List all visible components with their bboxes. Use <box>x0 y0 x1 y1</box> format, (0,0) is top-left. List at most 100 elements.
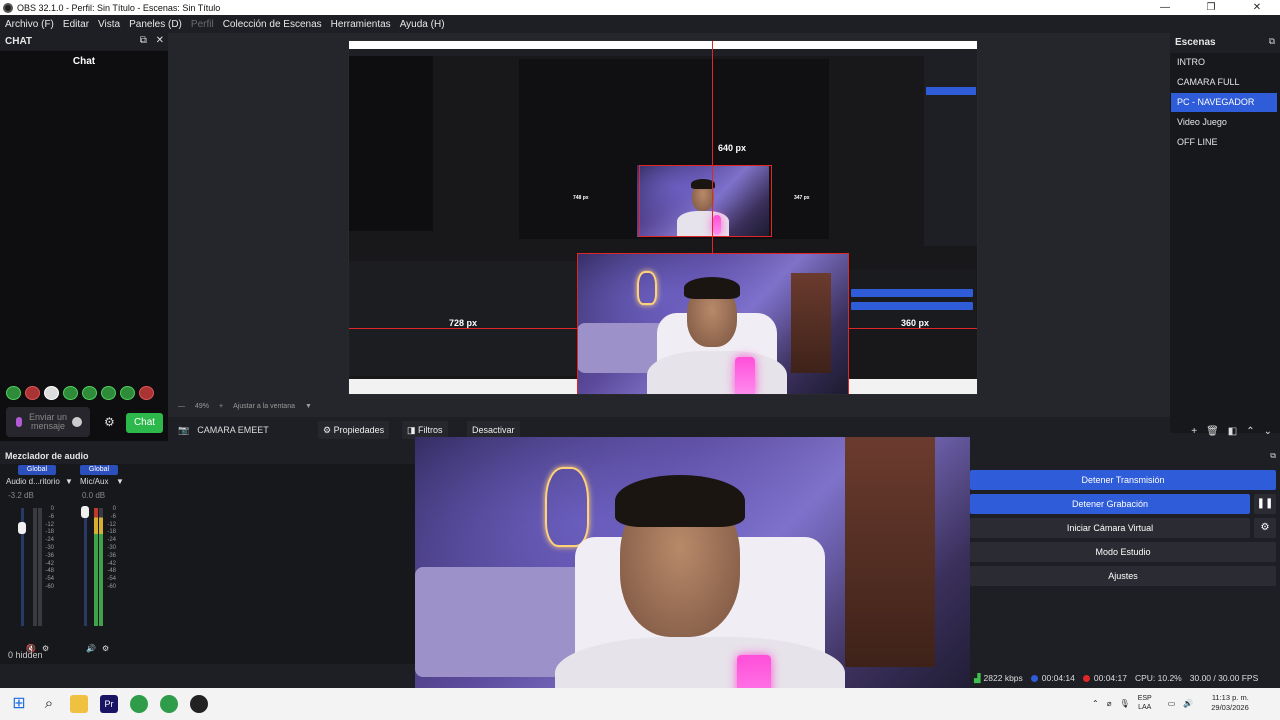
nested-guide-label: 748 px <box>573 195 589 201</box>
scene-toolbar: + 🗑 ◧ ⌃ ⌄ <box>1170 426 1280 442</box>
fit-dropdown-icon[interactable]: ▼ <box>305 403 312 410</box>
emote-icon[interactable] <box>63 386 78 400</box>
chat-send-button[interactable]: Chat <box>126 413 163 433</box>
input-language[interactable]: ESP LAA <box>1138 694 1160 712</box>
emoji-icon[interactable] <box>72 417 82 427</box>
nested-scene-item-active <box>926 87 976 95</box>
properties-button[interactable]: ⚙ Propiedades <box>318 421 390 439</box>
chrome-icon[interactable] <box>130 695 148 713</box>
virtual-camera-settings-gear-icon[interactable]: ⚙ <box>1254 518 1276 538</box>
start-virtual-camera-button[interactable]: Iniciar Cámara Virtual <box>970 518 1250 538</box>
guide-label-right: 360 px <box>901 318 930 328</box>
menu-paneles[interactable]: Paneles (D) <box>129 19 182 30</box>
channel-global-badge: Global <box>18 465 56 475</box>
file-explorer-icon[interactable] <box>70 695 88 713</box>
menu-ayuda[interactable]: Ayuda (H) <box>400 19 445 30</box>
zoom-minus-icon[interactable]: — <box>178 403 185 410</box>
clock-time: 11:13 p. m. <box>1211 693 1249 702</box>
channel-dropdown-icon[interactable]: ▼ <box>65 477 73 486</box>
preview-canvas[interactable]: 640 px 728 px 360 px 748 px 347 px <box>348 40 978 395</box>
guide-label-left: 728 px <box>449 318 478 328</box>
scene-item-video-juego[interactable]: Video Juego <box>1171 113 1277 132</box>
audio-meter <box>33 508 37 626</box>
windows-start-icon[interactable]: ⊞ <box>10 695 28 713</box>
settings-button[interactable]: Ajustes <box>970 566 1276 586</box>
add-scene-icon[interactable]: + <box>1191 426 1197 442</box>
nested-menubar <box>349 49 977 56</box>
tray-chevron-icon[interactable]: ⌃ <box>1092 699 1099 708</box>
search-icon[interactable]: ⌕ <box>40 695 58 713</box>
menu-vista[interactable]: Vista <box>98 19 120 30</box>
chat-mic-icon <box>16 417 22 427</box>
menu-perfil[interactable]: Perfil <box>191 19 214 30</box>
emote-icon[interactable] <box>120 386 135 400</box>
move-down-icon[interactable]: ⌄ <box>1264 426 1272 442</box>
system-clock[interactable]: 11:13 p. m. 29/03/2026 <box>1211 693 1257 713</box>
channel-menu-icon[interactable]: ⚙ <box>42 644 49 653</box>
emote-icon[interactable] <box>139 386 154 400</box>
webcam-overlay <box>415 437 970 720</box>
menu-herramientas[interactable]: Herramientas <box>331 19 391 30</box>
system-tray: ⌃ ⌀ 🎙 ESP LAA ▭ 🔊 11:13 p. m. 29/03/2026 <box>1092 693 1265 713</box>
menu-archivo[interactable]: Archivo (F) <box>5 19 54 30</box>
channel-global-badge: Global <box>80 465 118 475</box>
remove-scene-icon[interactable]: 🗑 <box>1206 426 1219 442</box>
premiere-icon[interactable]: Pr <box>100 695 118 713</box>
preview-area: 640 px 728 px 360 px 748 px 347 px — 49%… <box>168 33 1170 417</box>
emote-icon[interactable] <box>25 386 40 400</box>
zoom-plus-icon[interactable]: + <box>219 403 223 410</box>
speaker-icon[interactable]: 🔊 <box>86 644 96 653</box>
maximize-button[interactable]: ❐ <box>1188 0 1234 15</box>
microphone-icon[interactable]: 🎙 <box>1120 699 1130 708</box>
channel-dropdown-icon[interactable]: ▼ <box>116 477 124 486</box>
menu-bar: Archivo (F) Editar Vista Paneles (D) Per… <box>0 15 1280 33</box>
channel-name: Audio d...ritorio <box>6 477 60 486</box>
undock-icon[interactable]: ⧉ <box>140 35 147 46</box>
obs-taskbar-icon[interactable] <box>190 695 208 713</box>
fit-mode[interactable]: Ajustar a la ventana <box>233 403 295 410</box>
close-dock-icon[interactable]: ✕ <box>156 35 164 46</box>
filters-icon[interactable]: ◧ <box>1228 426 1237 442</box>
stop-recording-button[interactable]: Detener Grabación <box>970 494 1250 514</box>
nested-scenes-dock <box>924 56 977 246</box>
scene-item-pc-navegador[interactable]: PC - NAVEGADOR <box>1171 93 1277 112</box>
channel-menu-icon[interactable]: ⚙ <box>102 644 109 653</box>
chat-input[interactable]: Enviar un mensaje <box>6 407 90 437</box>
undock-icon[interactable]: ⧉ <box>1269 36 1275 47</box>
scene-item-intro[interactable]: INTRO <box>1171 53 1277 72</box>
emote-icon[interactable] <box>6 386 21 400</box>
studio-mode-button[interactable]: Modo Estudio <box>970 542 1276 562</box>
battery-icon[interactable]: ▭ <box>1168 699 1176 708</box>
volume-fader[interactable] <box>18 522 26 534</box>
scene-item-camara-full[interactable]: CAMARA FULL <box>1171 73 1277 92</box>
preview-status: — 49% + Ajustar a la ventana ▼ <box>178 403 312 410</box>
volume-icon[interactable]: 🔊 <box>1183 699 1193 708</box>
emote-icon[interactable] <box>82 386 97 400</box>
menu-editar[interactable]: Editar <box>63 19 89 30</box>
selection-bounding-box[interactable] <box>577 253 849 394</box>
chat-input-placeholder: Enviar un mensaje <box>28 412 68 431</box>
fps: 30.00 / 30.00 FPS <box>1189 673 1259 683</box>
emote-row <box>6 386 154 400</box>
obs-logo-icon <box>3 2 13 13</box>
pause-recording-icon[interactable]: ❚❚ <box>1254 494 1276 514</box>
emote-icon[interactable] <box>44 386 59 400</box>
window-titlebar: OBS 32.1.0 - Perfil: Sin Título - Escena… <box>0 0 1280 15</box>
chrome-profile-icon[interactable] <box>160 695 178 713</box>
status-bar: ▟ 2822 kbps 00:04:14 00:04:17 CPU: 10.2% … <box>970 668 1280 688</box>
emote-icon[interactable] <box>101 386 116 400</box>
undock-icon[interactable]: ⧉ <box>1270 451 1276 461</box>
signal-bars-icon: ▟ <box>974 672 981 683</box>
scene-item-off-line[interactable]: OFF LINE <box>1171 133 1277 152</box>
stop-stream-button[interactable]: Detener Transmisión <box>970 470 1276 490</box>
close-window-button[interactable]: ✕ <box>1234 0 1280 15</box>
scenes-dock: Escenas ⧉ INTRO CAMARA FULL PC - NAVEGAD… <box>1170 33 1280 443</box>
volume-slider-track[interactable] <box>84 508 87 626</box>
chat-settings-gear-icon[interactable]: ⚙ <box>104 415 115 429</box>
minimize-button[interactable]: — <box>1142 0 1188 15</box>
network-icon[interactable]: ⌀ <box>1107 699 1112 708</box>
volume-fader[interactable] <box>81 506 89 518</box>
menu-coleccion-escenas[interactable]: Colección de Escenas <box>223 19 322 30</box>
move-up-icon[interactable]: ⌃ <box>1246 426 1254 442</box>
db-scale: 0 -6 -12 -18 -24 -30 -36 -42 -48 -54 -60 <box>107 506 116 590</box>
